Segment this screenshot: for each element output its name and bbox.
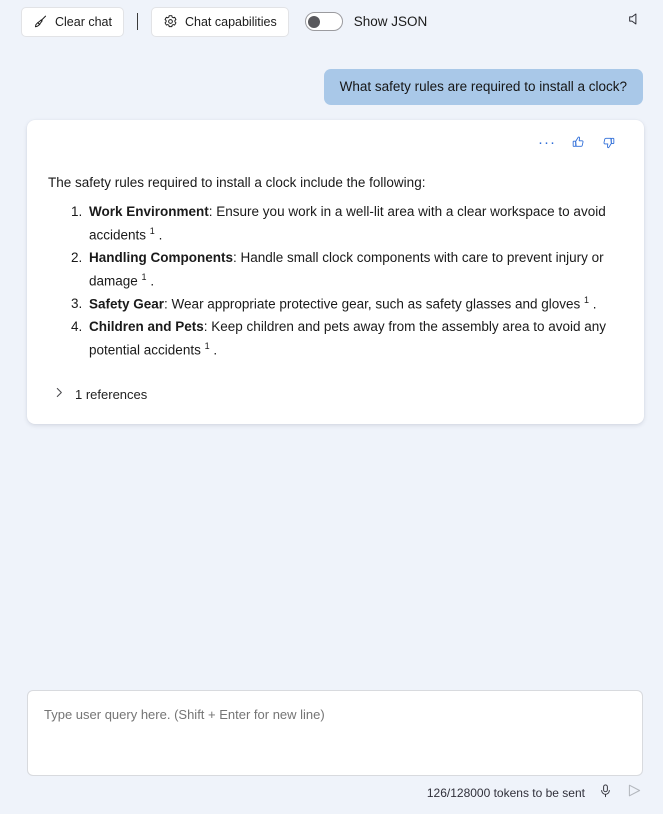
response-intro-text: The safety rules required to install a c… xyxy=(48,174,426,190)
list-item: Work Environment: Ensure you work in a w… xyxy=(86,201,624,247)
list-item-tail: . xyxy=(589,296,597,312)
references-expander[interactable]: 1 references xyxy=(54,386,147,404)
clear-chat-button[interactable]: Clear chat xyxy=(21,6,124,37)
thumbs-up-icon[interactable] xyxy=(571,135,586,150)
gear-icon xyxy=(163,14,178,29)
user-query-input[interactable] xyxy=(42,705,628,760)
list-item-title: Safety Gear xyxy=(89,296,165,312)
show-json-toggle-group: Show JSON xyxy=(304,12,428,31)
user-message-bubble: What safety rules are required to instal… xyxy=(323,69,643,105)
toggle-knob xyxy=(308,15,321,28)
list-item-title: Handling Components xyxy=(89,249,233,265)
microphone-icon xyxy=(598,783,613,804)
list-item: Children and Pets: Keep children and pet… xyxy=(86,316,624,362)
list-item-tail: . xyxy=(154,227,163,243)
references-label: 1 references xyxy=(75,387,148,403)
conversation-area: What safety rules are required to instal… xyxy=(0,43,663,673)
composer-statusbar: 126/128000 tokens to be sent xyxy=(0,778,663,808)
thumbs-down-icon[interactable] xyxy=(601,135,616,150)
speaker-mute-icon xyxy=(627,11,643,32)
response-actions: ··· xyxy=(47,132,624,154)
chat-playground-window: Clear chat Chat capabilities Show JSON W… xyxy=(0,0,663,814)
send-arrow-icon xyxy=(626,782,643,804)
assistant-response-card: ··· The safety rules required to install… xyxy=(27,119,644,424)
message-composer[interactable] xyxy=(27,690,643,776)
clear-chat-label: Clear chat xyxy=(55,14,112,29)
toolbar-divider xyxy=(136,13,138,30)
safety-rules-list: Work Environment: Ensure you work in a w… xyxy=(47,201,624,362)
chat-capabilities-button[interactable]: Chat capabilities xyxy=(150,6,289,37)
chevron-right-icon xyxy=(54,386,65,404)
list-item-text: : Wear appropriate protective gear, such… xyxy=(164,296,585,312)
send-button[interactable] xyxy=(626,782,643,804)
ellipsis-icon[interactable]: ··· xyxy=(538,135,556,150)
list-item-tail: . xyxy=(209,342,218,358)
list-item-title: Work Environment xyxy=(89,204,209,220)
list-item: Handling Components: Handle small clock … xyxy=(86,247,624,293)
list-item-title: Children and Pets xyxy=(89,318,204,334)
user-message-row: What safety rules are required to instal… xyxy=(0,43,663,105)
list-item: Safety Gear: Wear appropriate protective… xyxy=(86,293,624,316)
broom-icon xyxy=(33,14,48,29)
microphone-button[interactable] xyxy=(598,783,613,804)
show-json-toggle[interactable] xyxy=(304,12,343,31)
speaker-mute-button[interactable] xyxy=(621,8,649,36)
list-item-tail: . xyxy=(146,273,155,289)
toolbar: Clear chat Chat capabilities Show JSON xyxy=(0,0,663,43)
token-count-label: 126/128000 tokens to be sent xyxy=(426,786,585,800)
chat-capabilities-label: Chat capabilities xyxy=(184,14,277,29)
show-json-label: Show JSON xyxy=(353,14,428,29)
